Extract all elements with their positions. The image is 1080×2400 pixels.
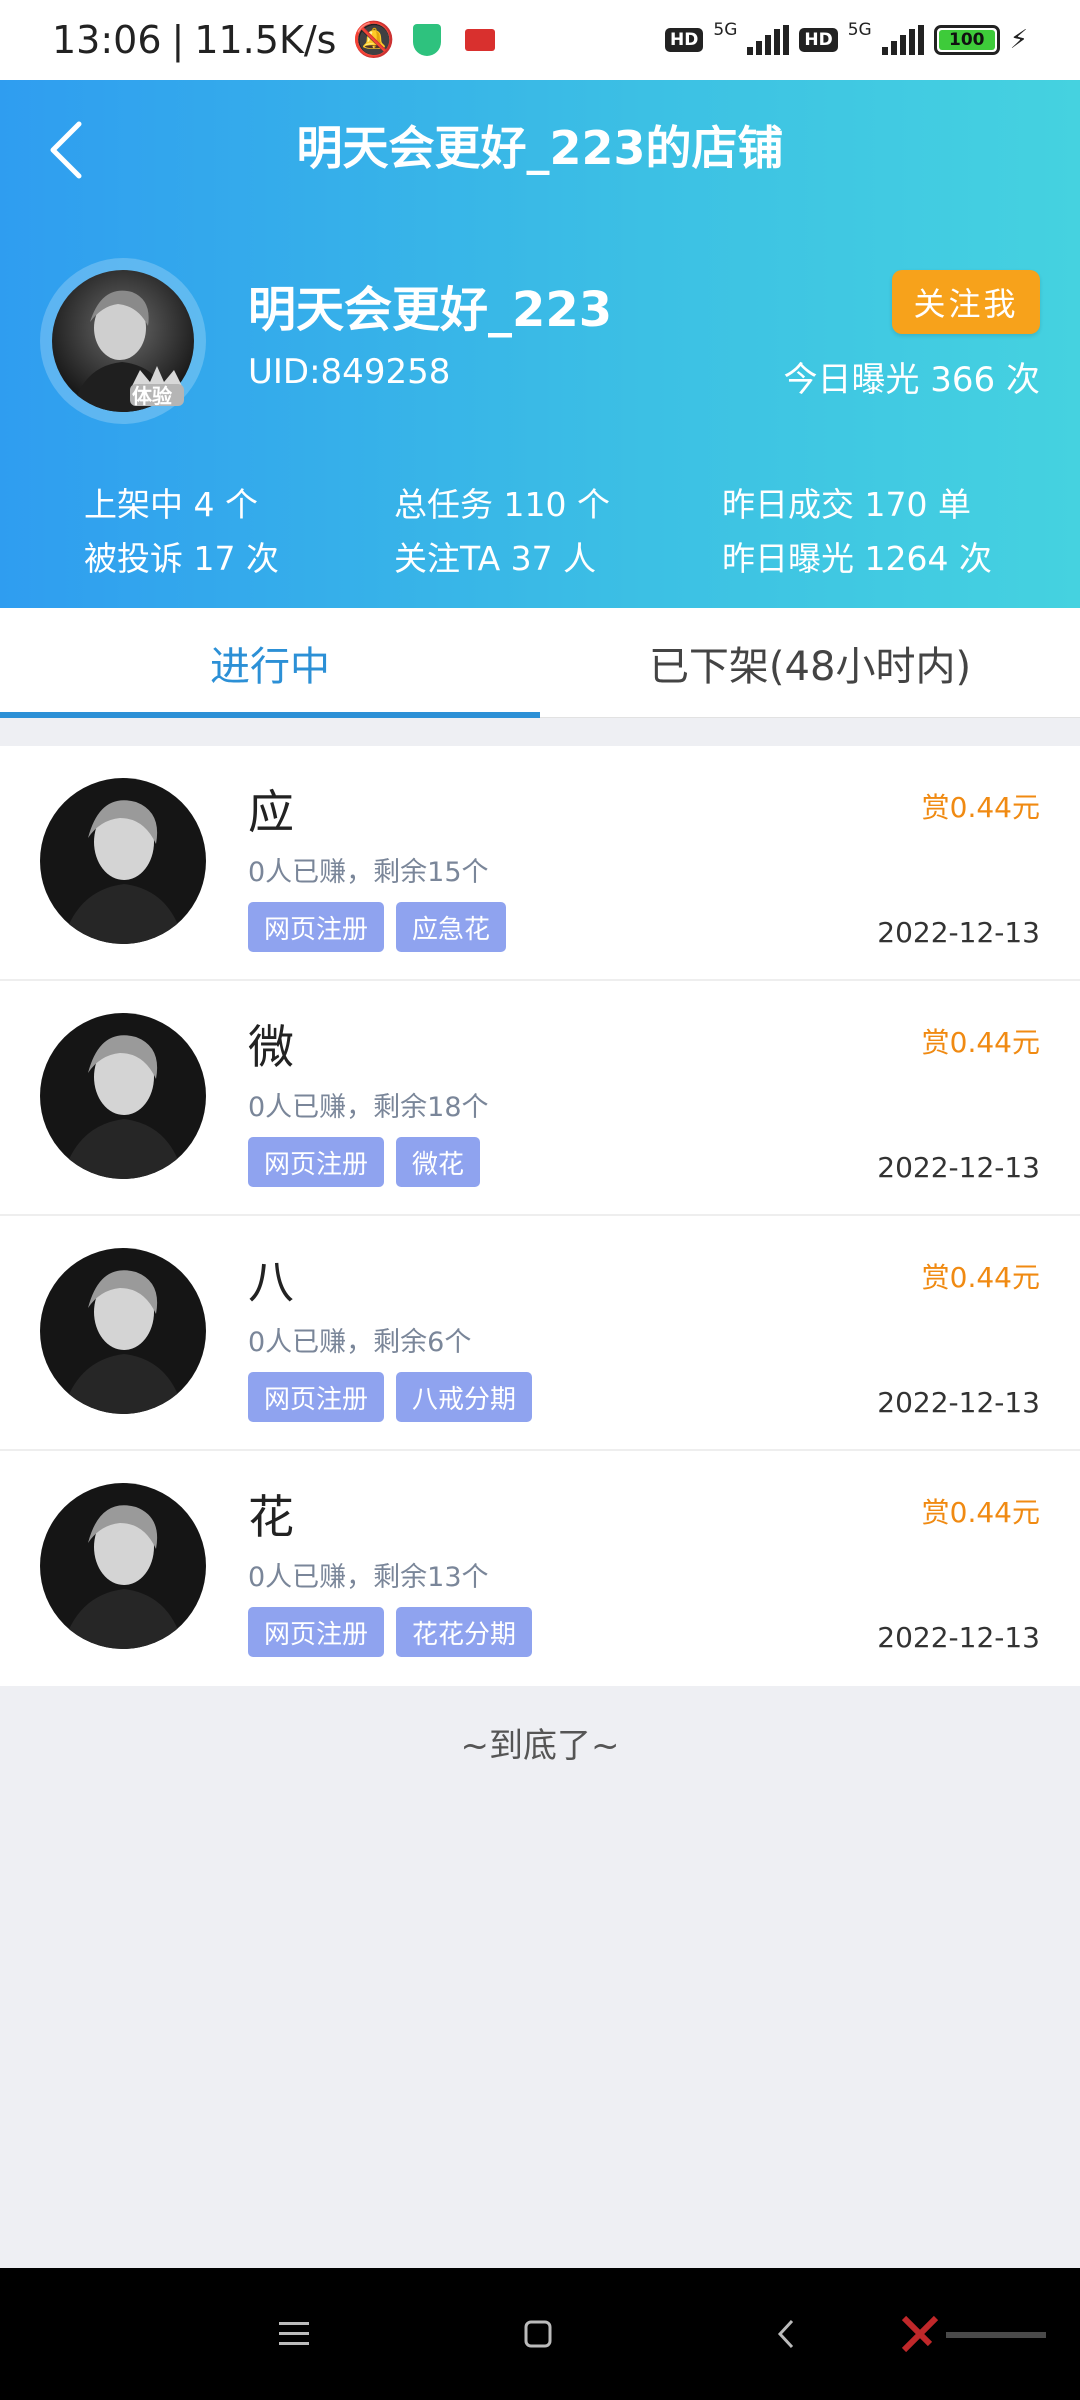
task-item[interactable]: 微 0人已赚，剩余18个 网页注册 微花 赏0.44元 2022-12-13 (0, 981, 1080, 1216)
task-tags: 网页注册 应急花 (248, 902, 507, 952)
task-date: 2022-12-13 (877, 1621, 1040, 1654)
task-title: 应 (248, 785, 294, 839)
task-tag: 网页注册 (248, 1607, 385, 1657)
task-item[interactable]: 应 0人已赚，剩余15个 网页注册 应急花 赏0.44元 2022-12-13 (0, 746, 1080, 981)
battery-icon: 100 (933, 25, 1000, 55)
battery-level: 100 (938, 30, 995, 50)
task-tag: 八戒分期 (396, 1372, 533, 1422)
shop-header: 明天会更好_223的店铺 体验 明天会更好_223 UID:849258 关注我… (0, 80, 1080, 608)
shop-uid: UID:849258 (248, 352, 451, 392)
task-tags: 网页注册 微花 (248, 1137, 481, 1187)
task-progress: 0人已赚，剩余6个 (248, 1327, 472, 1358)
avatar (40, 1248, 206, 1414)
mute-bell-icon: 🔕 (352, 20, 395, 60)
home-button[interactable] (508, 2304, 568, 2364)
task-tag: 网页注册 (248, 1137, 385, 1187)
task-progress: 0人已赚，剩余15个 (248, 857, 489, 888)
task-item[interactable]: 花 0人已赚，剩余13个 网页注册 花花分期 赏0.44元 2022-12-13 (0, 1451, 1080, 1686)
charging-icon: ⚡ (1009, 25, 1028, 55)
task-tag: 微花 (396, 1137, 481, 1187)
task-tag: 应急花 (396, 902, 507, 952)
home-square-icon (524, 2320, 552, 2348)
stat-yesterday-exposure: 昨日曝光 1264 次 (722, 539, 992, 578)
task-progress: 0人已赚，剩余13个 (248, 1562, 489, 1593)
task-tag: 花花分期 (396, 1607, 533, 1657)
avatar (40, 1483, 206, 1649)
task-list: 应 0人已赚，剩余15个 网页注册 应急花 赏0.44元 2022-12-13 微… (0, 746, 1080, 1686)
stat-total-tasks: 总任务 110 个 (394, 485, 610, 524)
shop-avatar[interactable]: 体验 (40, 258, 206, 424)
task-reward: 赏0.44元 (921, 1026, 1040, 1059)
task-date: 2022-12-13 (877, 1386, 1040, 1419)
task-tag: 网页注册 (248, 1372, 385, 1422)
today-exposure: 今日曝光 366 次 (783, 360, 1040, 400)
signal-icon (881, 25, 924, 55)
task-tag: 网页注册 (248, 902, 385, 952)
hd-icon: HD (799, 28, 838, 52)
task-date: 2022-12-13 (877, 1151, 1040, 1184)
status-bar: 13:06 | 11.5K/s 🔕 HD 5G HD 5G 100 ⚡ (0, 0, 1080, 80)
system-nav-bar (0, 2268, 1080, 2400)
tab-delisted[interactable]: 已下架(48小时内) (540, 608, 1080, 717)
avatar (40, 1013, 206, 1179)
task-progress: 0人已赚，剩余18个 (248, 1092, 489, 1123)
menu-icon (279, 2322, 309, 2345)
task-tags: 网页注册 花花分期 (248, 1607, 533, 1657)
task-item[interactable]: 八 0人已赚，剩余6个 网页注册 八戒分期 赏0.44元 2022-12-13 (0, 1216, 1080, 1451)
follow-button[interactable]: 关注我 (892, 270, 1040, 334)
menu-button[interactable] (264, 2304, 324, 2364)
news-app-icon (464, 29, 495, 51)
network-type: 5G (847, 20, 872, 40)
network-type: 5G (713, 20, 738, 40)
stat-yesterday-deals: 昨日成交 170 单 (722, 485, 971, 524)
page-title: 明天会更好_223的店铺 (296, 121, 784, 175)
shield-icon (412, 24, 441, 56)
stat-followers: 关注TA 37 人 (394, 539, 597, 578)
task-title: 花 (248, 1490, 294, 1544)
stat-complaints: 被投诉 17 次 (84, 539, 279, 578)
avatar-badge-label: 体验 (132, 384, 172, 408)
tab-in-progress[interactable]: 进行中 (0, 608, 540, 718)
task-title: 八 (248, 1255, 294, 1309)
task-date: 2022-12-13 (877, 916, 1040, 949)
stat-on-shelf: 上架中 4 个 (84, 485, 258, 524)
watermark-logo-icon (901, 2315, 1046, 2353)
nav-back-button[interactable] (756, 2304, 816, 2364)
task-tabs: 进行中 已下架(48小时内) (0, 608, 1080, 718)
task-tags: 网页注册 八戒分期 (248, 1372, 533, 1422)
signal-icon (747, 25, 790, 55)
back-arrow-icon (777, 2319, 794, 2349)
end-of-list-label: ~到底了~ (460, 1726, 620, 1766)
network-speed: 11.5K/s (194, 18, 337, 62)
shop-name: 明天会更好_223 (248, 282, 613, 338)
clock: 13:06 (52, 18, 162, 62)
avatar (40, 778, 206, 944)
task-reward: 赏0.44元 (921, 791, 1040, 824)
task-reward: 赏0.44元 (921, 1496, 1040, 1529)
task-reward: 赏0.44元 (921, 1261, 1040, 1294)
task-title: 微 (248, 1020, 294, 1074)
hd-icon: HD (665, 28, 704, 52)
